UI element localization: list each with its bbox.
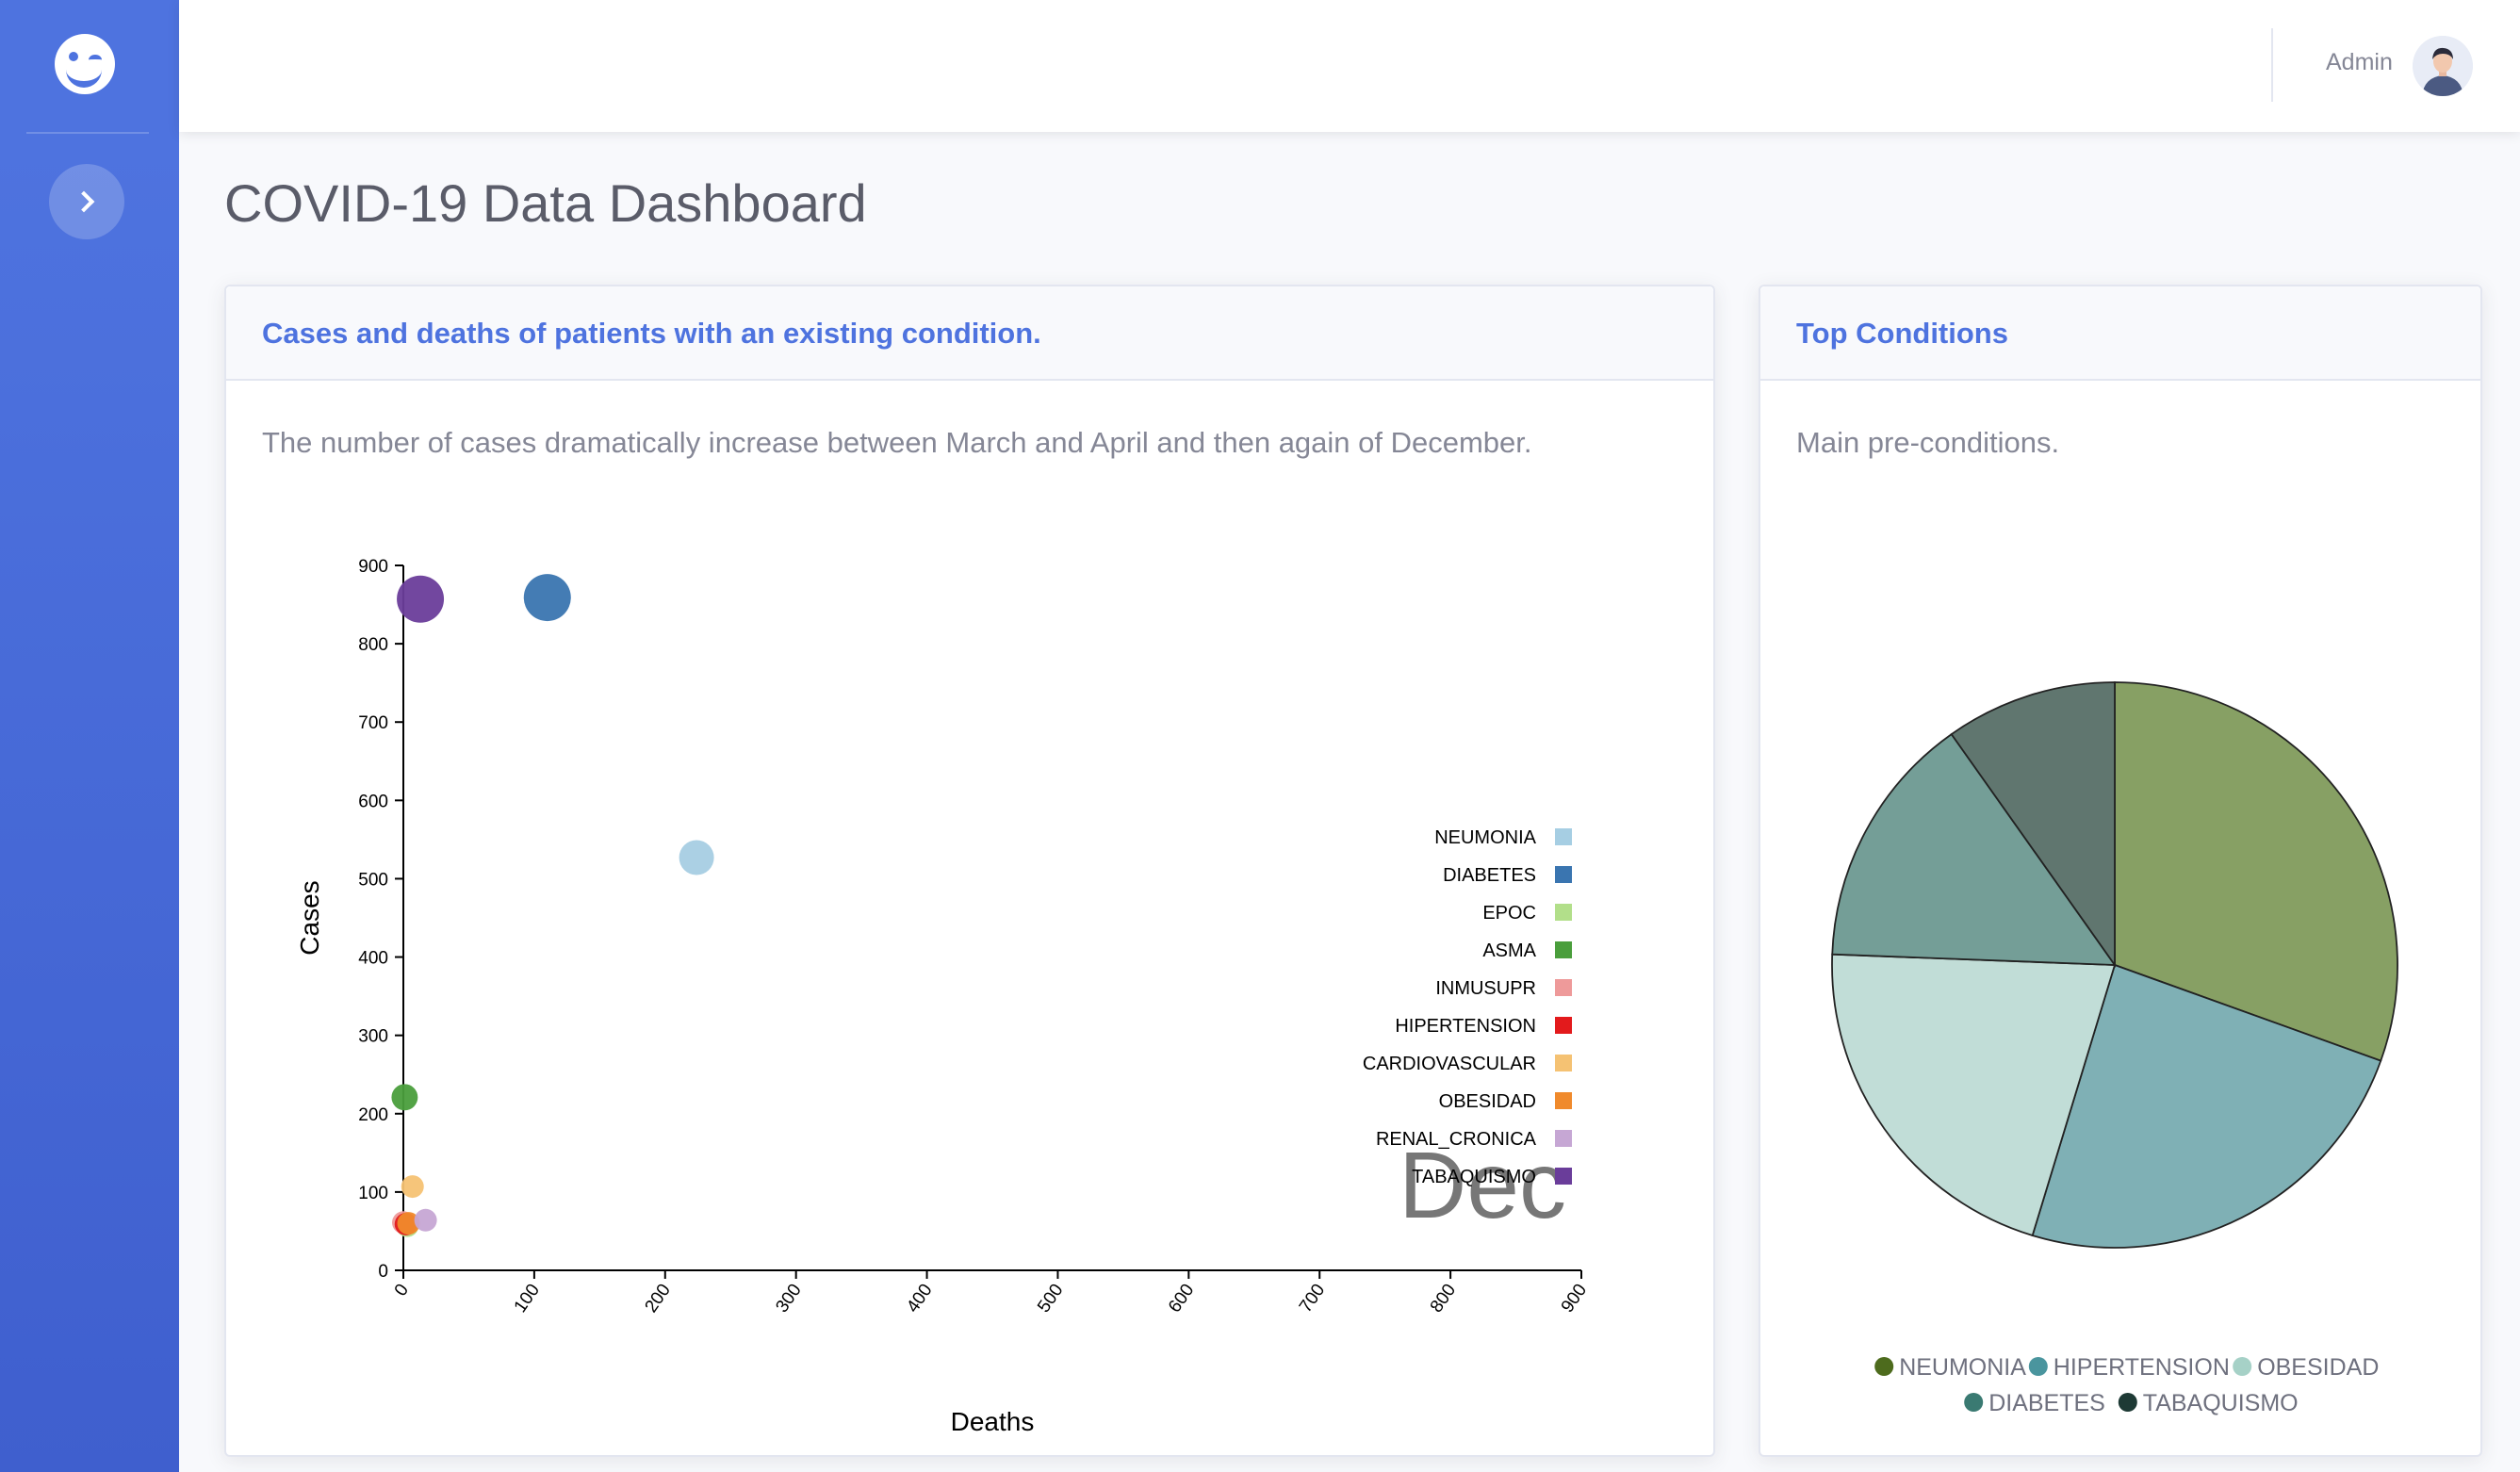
y-tick-label: 900 (358, 557, 388, 577)
legend-label: NEUMONIA (1899, 1354, 2026, 1381)
page-title: COVID-19 Data Dashboard (224, 173, 867, 233)
x-tick-label: 300 (772, 1281, 805, 1317)
x-tick-label: 900 (1558, 1281, 1591, 1317)
legend-swatch (1964, 1393, 1984, 1412)
pie-chart: NEUMONIA HIPERTENSION OBESIDAD DIABETES TABA… (1831, 681, 2398, 1416)
legend-label: CARDIOVASCULAR (1363, 1054, 1536, 1074)
x-tick-label: 100 (511, 1281, 544, 1317)
scatter-point-neumonia (679, 840, 714, 875)
y-tick-label: 800 (358, 635, 388, 655)
card-header: Cases and deaths of patients with an exi… (226, 286, 1713, 381)
scatter-chart-card: Cases and deaths of patients with an exi… (224, 285, 1715, 1457)
legend-swatch (2233, 1357, 2252, 1376)
legend-swatch (1555, 828, 1572, 845)
x-tick-label: 600 (1165, 1281, 1198, 1317)
x-axis-label: Deaths (951, 1407, 1035, 1436)
pie-chart-card: Top Conditions Main pre-conditions. NEUM… (1759, 285, 2482, 1457)
scatter-point-diabetes (523, 574, 571, 622)
scatter-point-tabaquismo (397, 575, 445, 623)
user-avatar-icon[interactable] (2413, 36, 2473, 96)
legend-label: NEUMONIA (1434, 827, 1536, 848)
legend-swatch (2028, 1357, 2048, 1376)
legend-label: DIABETES (1443, 865, 1536, 886)
y-tick-label: 500 (358, 870, 388, 890)
legend-label: OBESIDAD (1439, 1091, 1536, 1112)
sidebar (0, 0, 179, 1472)
x-tick-label: 0 (391, 1281, 413, 1300)
legend-swatch (1555, 1055, 1572, 1071)
legend-swatch (2118, 1393, 2137, 1412)
legend-label: ASMA (1482, 940, 1536, 961)
scatter-chart: 0 100 200 300 400 500 600 700 800 900 0 100 200 300 40… (295, 557, 1591, 1436)
y-axis-label: Cases (295, 880, 324, 955)
y-tick-label: 600 (358, 792, 388, 811)
topbar: Admin (179, 0, 2520, 132)
y-tick-label: 300 (358, 1027, 388, 1047)
card-description: Main pre-conditions. (1796, 426, 2060, 459)
topbar-divider (2271, 28, 2273, 102)
legend-swatch (1555, 1092, 1572, 1109)
y-tick-label: 100 (358, 1184, 388, 1203)
x-tick-label: 700 (1296, 1281, 1329, 1317)
legend-label: INMUSUPR (1435, 978, 1536, 999)
card-header: Top Conditions (1760, 286, 2480, 381)
legend-label: EPOC (1482, 903, 1536, 924)
legend-label: DIABETES (1988, 1390, 2105, 1416)
legend-label: TABAQUISMO (2143, 1390, 2299, 1416)
sidebar-toggle-button[interactable] (49, 164, 124, 239)
y-tick-label: 400 (358, 949, 388, 969)
scatter-point-asma (391, 1084, 418, 1111)
card-title: Top Conditions (1796, 317, 2008, 350)
legend-swatch (1555, 866, 1572, 883)
sidebar-divider (26, 132, 149, 134)
legend-swatch (1555, 904, 1572, 921)
x-tick-label: 800 (1427, 1281, 1460, 1317)
legend-swatch (1555, 1017, 1572, 1034)
y-tick-label: 0 (378, 1262, 388, 1282)
legend-label: TABAQUISMO (1412, 1167, 1536, 1187)
legend-label: HIPERTENSION (1395, 1016, 1536, 1037)
legend-swatch (1874, 1357, 1894, 1376)
x-tick-label: 500 (1034, 1281, 1067, 1317)
chevron-right-icon (73, 190, 95, 213)
scatter-point-cardiovascular (401, 1175, 424, 1199)
legend-label: HIPERTENSION (2054, 1354, 2230, 1381)
user-name[interactable]: Admin (2326, 49, 2393, 76)
y-tick-label: 200 (358, 1105, 388, 1125)
x-tick-label: 200 (641, 1281, 674, 1317)
legend-swatch (1555, 1168, 1572, 1185)
legend-swatch (1555, 1130, 1572, 1147)
x-tick-label: 400 (903, 1281, 936, 1317)
scatter-point-renal-cronica (414, 1208, 437, 1232)
legend-label: OBESIDAD (2257, 1354, 2379, 1381)
legend-swatch (1555, 979, 1572, 996)
legend-label: RENAL_CRONICA (1376, 1129, 1537, 1150)
y-tick-label: 700 (358, 713, 388, 733)
legend-swatch (1555, 941, 1572, 958)
card-description: The number of cases dramatically increas… (262, 426, 1532, 459)
card-title: Cases and deaths of patients with an exi… (262, 317, 1041, 350)
winking-smiley-logo-icon[interactable] (55, 34, 115, 94)
